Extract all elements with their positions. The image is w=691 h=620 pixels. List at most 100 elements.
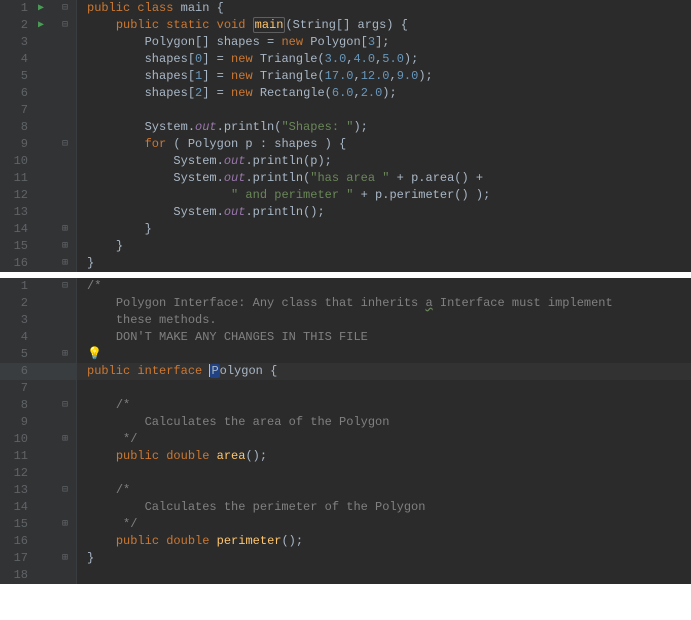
gutter: 1▶ ⊟: [0, 0, 77, 17]
code-line[interactable]: 11 public double area();: [0, 448, 691, 465]
code-line[interactable]: 6 shapes[2] = new Rectangle(6.0,2.0);: [0, 85, 691, 102]
code-line[interactable]: 8 System.out.println("Shapes: ");: [0, 119, 691, 136]
line-number: 16: [0, 255, 34, 272]
run-gutter-icon[interactable]: ▶: [34, 17, 52, 34]
fold-icon[interactable]: ⊟: [58, 482, 72, 499]
code-content[interactable]: DON'T MAKE ANY CHANGES IN THIS FILE: [77, 329, 368, 346]
code-content[interactable]: public double perimeter();: [77, 533, 303, 550]
gutter: 3: [0, 312, 77, 329]
fold-icon[interactable]: ⊟: [58, 136, 72, 153]
code-content[interactable]: shapes[1] = new Triangle(17.0,12.0,9.0);: [77, 68, 433, 85]
code-line[interactable]: 3 these methods.: [0, 312, 691, 329]
code-line[interactable]: 9⊟ for ( Polygon p : shapes ) {: [0, 136, 691, 153]
code-line[interactable]: 4 shapes[0] = new Triangle(3.0,4.0,5.0);: [0, 51, 691, 68]
gutter: 15⊞: [0, 516, 77, 533]
gutter: 4: [0, 329, 77, 346]
code-line[interactable]: 9 Calculates the area of the Polygon: [0, 414, 691, 431]
code-line[interactable]: 4 DON'T MAKE ANY CHANGES IN THIS FILE: [0, 329, 691, 346]
code-content[interactable]: }: [77, 550, 94, 567]
code-content[interactable]: Calculates the perimeter of the Polygon: [77, 499, 425, 516]
code-content[interactable]: these methods.: [77, 312, 217, 329]
code-content[interactable]: }: [77, 221, 152, 238]
code-content[interactable]: 💡: [77, 346, 109, 363]
code-content[interactable]: Polygon[] shapes = new Polygon[3];: [77, 34, 389, 51]
code-content[interactable]: for ( Polygon p : shapes ) {: [77, 136, 346, 153]
fold-icon[interactable]: ⊞: [58, 550, 72, 567]
code-content[interactable]: /*: [77, 278, 101, 295]
code-content[interactable]: [77, 465, 87, 482]
gutter: 10⊞: [0, 431, 77, 448]
code-line[interactable]: 10 System.out.println(p);: [0, 153, 691, 170]
lightbulb-icon[interactable]: 💡: [87, 347, 102, 361]
code-line[interactable]: 2 Polygon Interface: Any class that inhe…: [0, 295, 691, 312]
code-content[interactable]: public interface Polygon {: [77, 363, 691, 380]
code-content[interactable]: public double area();: [77, 448, 267, 465]
code-content[interactable]: System.out.println(p);: [77, 153, 332, 170]
code-content[interactable]: [77, 380, 87, 397]
code-content[interactable]: Polygon Interface: Any class that inheri…: [77, 295, 613, 312]
code-line[interactable]: 7: [0, 380, 691, 397]
code-content[interactable]: public static void main(String[] args) {: [77, 17, 408, 34]
code-line[interactable]: 6public interface Polygon {: [0, 363, 691, 380]
line-number: 4: [0, 51, 34, 68]
code-line[interactable]: 14 Calculates the perimeter of the Polyg…: [0, 499, 691, 516]
code-line[interactable]: 15⊞ }: [0, 238, 691, 255]
fold-icon[interactable]: ⊞: [58, 255, 72, 272]
code-line[interactable]: 1⊟/*: [0, 278, 691, 295]
gutter: 8⊟: [0, 397, 77, 414]
code-content[interactable]: /*: [77, 482, 130, 499]
code-content[interactable]: */: [77, 516, 137, 533]
code-content[interactable]: System.out.println();: [77, 204, 325, 221]
code-content[interactable]: }: [77, 238, 123, 255]
code-line[interactable]: 17⊞}: [0, 550, 691, 567]
code-line[interactable]: 5 shapes[1] = new Triangle(17.0,12.0,9.0…: [0, 68, 691, 85]
gutter: 6: [0, 363, 77, 380]
fold-icon[interactable]: ⊟: [58, 17, 72, 34]
code-line[interactable]: 8⊟ /*: [0, 397, 691, 414]
fold-icon[interactable]: ⊞: [58, 431, 72, 448]
code-content[interactable]: " and perimeter " + p.perimeter() );: [77, 187, 490, 204]
line-number: 7: [0, 380, 34, 397]
line-number: 9: [0, 414, 34, 431]
code-content[interactable]: */: [77, 431, 137, 448]
line-number: 1: [0, 0, 34, 17]
line-number: 3: [0, 312, 34, 329]
code-content[interactable]: public class main {: [77, 0, 224, 17]
code-line[interactable]: 16 ⊞}: [0, 255, 691, 272]
code-content[interactable]: [77, 102, 87, 119]
code-content[interactable]: Calculates the area of the Polygon: [77, 414, 389, 431]
code-line[interactable]: 16 public double perimeter();: [0, 533, 691, 550]
fold-icon[interactable]: ⊞: [58, 346, 72, 363]
code-line[interactable]: 11 System.out.println("has area " + p.ar…: [0, 170, 691, 187]
code-content[interactable]: [77, 567, 87, 584]
code-content[interactable]: }: [77, 255, 94, 272]
code-line[interactable]: 13 System.out.println();: [0, 204, 691, 221]
code-line[interactable]: 14⊞ }: [0, 221, 691, 238]
code-content[interactable]: shapes[0] = new Triangle(3.0,4.0,5.0);: [77, 51, 418, 68]
code-content[interactable]: System.out.println("Shapes: ");: [77, 119, 368, 136]
code-line[interactable]: 10⊞ */: [0, 431, 691, 448]
code-line[interactable]: 5⊞💡: [0, 346, 691, 363]
code-editor-main[interactable]: 1▶⊟public class main {2▶⊟ public static …: [0, 0, 691, 272]
code-line[interactable]: 12 " and perimeter " + p.perimeter() );: [0, 187, 691, 204]
code-content[interactable]: shapes[2] = new Rectangle(6.0,2.0);: [77, 85, 397, 102]
fold-icon[interactable]: ⊟: [58, 278, 72, 295]
code-line[interactable]: 2▶⊟ public static void main(String[] arg…: [0, 17, 691, 34]
fold-icon[interactable]: ⊞: [58, 238, 72, 255]
code-line[interactable]: 12: [0, 465, 691, 482]
code-line[interactable]: 1▶ ⊟ public class main {: [0, 0, 691, 17]
fold-icon[interactable]: ⊟: [58, 397, 72, 414]
code-content[interactable]: System.out.println("has area " + p.area(…: [77, 170, 483, 187]
code-line[interactable]: 3 Polygon[] shapes = new Polygon[3];: [0, 34, 691, 51]
code-line[interactable]: 15⊞ */: [0, 516, 691, 533]
code-line[interactable]: 18: [0, 567, 691, 584]
fold-icon[interactable]: ⊟: [58, 0, 72, 17]
fold-icon[interactable]: ⊞: [58, 516, 72, 533]
code-content[interactable]: /*: [77, 397, 130, 414]
code-line[interactable]: 13⊟ /*: [0, 482, 691, 499]
run-gutter-icon[interactable]: ▶: [34, 0, 52, 17]
fold-icon[interactable]: ⊞: [58, 221, 72, 238]
code-line[interactable]: 7: [0, 102, 691, 119]
gutter: 2▶⊟: [0, 17, 77, 34]
code-editor-polygon[interactable]: 1⊟/*2 Polygon Interface: Any class that …: [0, 278, 691, 584]
